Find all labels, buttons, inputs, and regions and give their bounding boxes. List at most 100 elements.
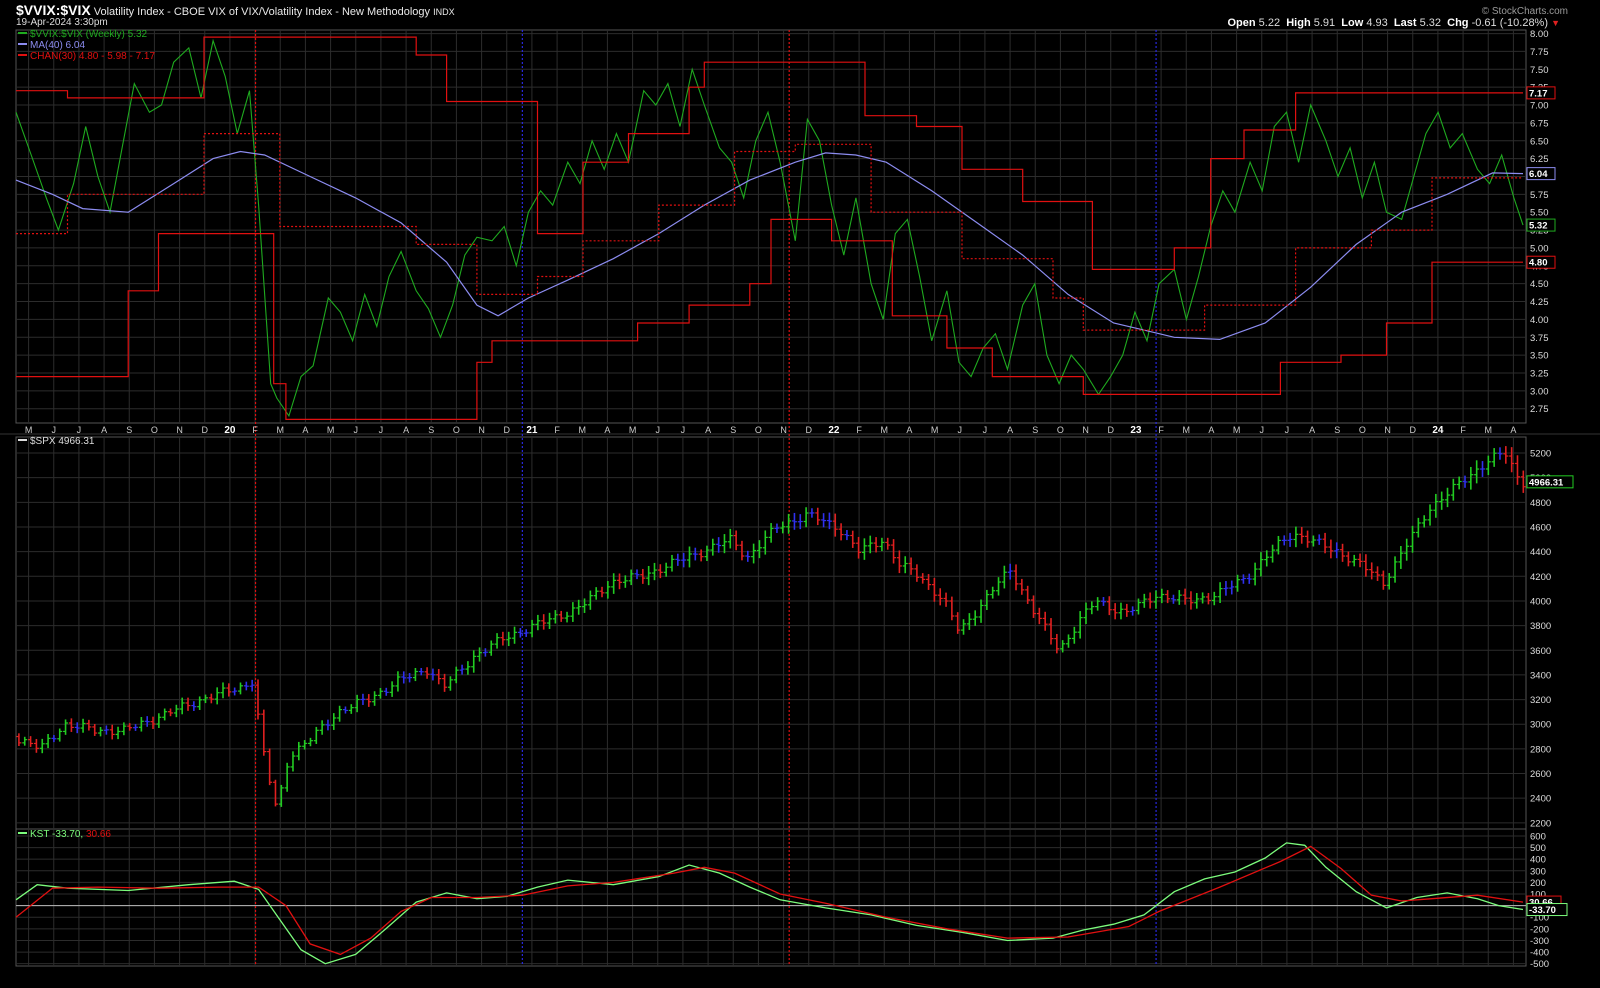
ohlc-bar xyxy=(447,676,453,691)
ratio-panel xyxy=(15,36,1524,420)
ohlc-bar xyxy=(144,716,150,727)
ohlc-bar xyxy=(39,738,45,754)
y-tick-label: 3000 xyxy=(1530,720,1551,731)
time-tick-label: O xyxy=(755,425,762,435)
ohlc-bar xyxy=(593,587,599,600)
time-tick-label: S xyxy=(1334,425,1340,435)
ohlc-bar xyxy=(1071,626,1077,644)
ohlc-bar xyxy=(523,629,529,637)
ohlc-bar xyxy=(63,719,69,735)
ratio-line xyxy=(15,38,1524,418)
vertical-markers xyxy=(254,30,1157,966)
ohlc-bar xyxy=(1497,447,1503,460)
brand-logo[interactable]: © StockCharts.com xyxy=(1482,6,1568,17)
description: Volatility Index - CBOE VIX of VIX/Volat… xyxy=(93,6,431,18)
ohlc-bar xyxy=(1153,590,1159,609)
ohlc-bar xyxy=(704,545,710,562)
ohlc-bar xyxy=(1316,534,1322,545)
kst-line xyxy=(15,842,1524,965)
last-value-label: 6.04 xyxy=(1526,167,1556,181)
ohlc-bar xyxy=(885,537,891,550)
ohlc-bar xyxy=(208,693,214,704)
ohlc-bar xyxy=(377,687,383,699)
last-value-text: 4.80 xyxy=(1529,258,1548,269)
time-tick-label: J xyxy=(379,425,384,435)
time-tick-label: A xyxy=(403,425,409,435)
kst-panel xyxy=(15,842,1524,965)
ohlc-bar xyxy=(319,720,325,735)
ohlc-bar xyxy=(16,733,22,746)
ohlc-bar xyxy=(1363,554,1369,577)
ohlc-bar xyxy=(214,687,220,705)
ohlc-bar xyxy=(768,523,774,543)
ohlc-bar xyxy=(1398,546,1404,569)
time-tick-label: J xyxy=(681,425,686,435)
ohlc-bar xyxy=(1375,566,1381,581)
ohlc-bar xyxy=(990,586,996,599)
ma40-line xyxy=(15,150,1524,341)
ohlc-bar xyxy=(786,513,792,534)
legend-text: KST -33.70, 30.66 xyxy=(30,829,111,840)
ohlc-bar xyxy=(686,546,692,568)
stock-chart: M J J A S O N D 20 F M A M J J A S O N D 21 F M A M J J A S O N D 22 F M A M… xyxy=(0,29,1600,970)
legend-text: MA(40) 6.04 xyxy=(30,40,85,51)
ohlc-bar xyxy=(1380,570,1386,590)
ohlc-bar xyxy=(168,708,174,717)
ohlc-bar xyxy=(103,725,109,735)
time-tick-label: 21 xyxy=(526,425,538,436)
ohlc-bar xyxy=(290,751,296,772)
ohlc-bar xyxy=(1340,543,1346,562)
y-tick-label: 3.50 xyxy=(1530,351,1549,362)
ohlc-bar xyxy=(360,693,366,705)
ohlc-bar xyxy=(442,673,448,692)
time-tick-label: A xyxy=(604,425,610,435)
ohlc-bar xyxy=(1112,603,1118,620)
ohlc-bar xyxy=(1083,602,1089,624)
ohlc-bar xyxy=(232,687,238,696)
y-tick-label: 4200 xyxy=(1530,572,1551,583)
time-tick-label: O xyxy=(1359,425,1366,435)
y-tick-label: 4400 xyxy=(1530,547,1551,558)
time-tick-label: 22 xyxy=(828,425,840,436)
time-tick-label: 20 xyxy=(224,425,236,436)
ohlc-bar xyxy=(1491,448,1497,467)
time-tick-label: J xyxy=(354,425,359,435)
ohlc-bar xyxy=(1176,590,1182,605)
ohlc-bar xyxy=(1130,606,1136,616)
time-tick-label: M xyxy=(629,425,637,435)
ohlc-bar xyxy=(1095,597,1101,611)
ohlc-bar xyxy=(949,596,955,621)
ohlc-bar xyxy=(1089,601,1095,615)
ohlc-bar xyxy=(978,599,984,623)
y-tick-label: 5.75 xyxy=(1530,190,1549,201)
ohlc-bar xyxy=(1170,594,1176,604)
price-stats: Open 5.22 High 5.91 Low 4.93 Last 5.32 C… xyxy=(1227,17,1560,29)
ohlc-bar xyxy=(564,611,570,623)
time-tick-label: S xyxy=(428,425,434,435)
ohlc-bar xyxy=(838,523,844,541)
time-tick-label: A xyxy=(1007,425,1013,435)
ohlc-bar xyxy=(33,738,39,753)
ohlc-bar xyxy=(465,661,471,675)
y-tick-label: 300 xyxy=(1530,866,1546,877)
ohlc-bar xyxy=(1503,446,1509,464)
time-tick-label: S xyxy=(126,425,132,435)
y-tick-label: 2600 xyxy=(1530,769,1551,780)
ohlc-bar xyxy=(313,726,319,744)
ohlc-bar xyxy=(756,540,762,559)
ohlc-bar xyxy=(1421,515,1427,528)
ohlc-bar xyxy=(80,718,86,733)
time-tick-label: F xyxy=(856,425,862,435)
ohlc-bar xyxy=(383,687,389,696)
time-tick-label: M xyxy=(277,425,285,435)
y-tick-label: 600 xyxy=(1530,831,1546,842)
ohlc-bar xyxy=(1118,602,1124,620)
ohlc-bar xyxy=(500,631,506,646)
ohlc-bar xyxy=(220,682,226,699)
ohlc-bar xyxy=(278,784,284,807)
kst-signal-line xyxy=(15,845,1524,956)
y-tick-label: 4800 xyxy=(1530,498,1551,509)
ohlc-bar xyxy=(558,610,564,622)
ohlc-bar xyxy=(844,530,850,541)
y-tick-label: 5200 xyxy=(1530,449,1551,460)
